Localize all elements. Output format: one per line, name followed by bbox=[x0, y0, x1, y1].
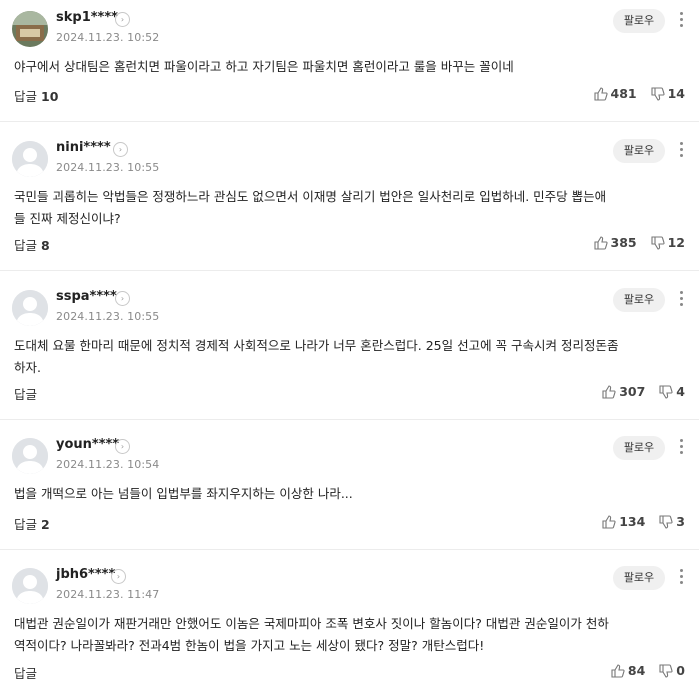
comment-date: 2024.11.23. 11:47 bbox=[56, 588, 160, 601]
vote-group: 307 4 bbox=[602, 384, 685, 399]
divider bbox=[0, 270, 699, 271]
comment-author[interactable]: skp1**** bbox=[56, 10, 118, 25]
comment-author[interactable]: jbh6**** bbox=[56, 567, 115, 582]
default-avatar-icon bbox=[12, 290, 48, 326]
follow-button[interactable]: 팔로우 bbox=[613, 566, 665, 590]
comment-text: 야구에서 상대팀은 홈런치면 파울이라고 하고 자기팀은 파울치면 홈런이라고 … bbox=[14, 59, 514, 74]
avatar[interactable] bbox=[12, 568, 48, 604]
like-button[interactable]: 307 bbox=[602, 384, 645, 399]
comment-text: 대법관 권순일이가 재판거래만 안했어도 이놈은 국제마피아 조폭 변호사 짓이… bbox=[14, 616, 609, 653]
comment-author[interactable]: sspa**** bbox=[56, 289, 117, 304]
more-options-icon[interactable] bbox=[677, 439, 685, 457]
reply-count: 10 bbox=[41, 89, 59, 104]
reply-button[interactable]: 답글 bbox=[14, 384, 41, 403]
comment-item: sspa**** › 2024.11.23. 10:55 팔로우 도대체 요물 … bbox=[0, 279, 699, 419]
profile-arrow-icon[interactable]: › bbox=[113, 142, 128, 157]
dislike-button[interactable]: 3 bbox=[659, 514, 685, 529]
like-count: 481 bbox=[610, 86, 637, 101]
profile-arrow-icon[interactable]: › bbox=[115, 291, 130, 306]
more-options-icon[interactable] bbox=[677, 12, 685, 30]
divider bbox=[0, 121, 699, 122]
dislike-button[interactable]: 12 bbox=[651, 235, 685, 250]
thumbs-down-icon bbox=[659, 514, 673, 529]
follow-button[interactable]: 팔로우 bbox=[613, 9, 665, 33]
more-options-icon[interactable] bbox=[677, 569, 685, 587]
comment-author[interactable]: youn**** bbox=[56, 437, 119, 452]
dislike-button[interactable]: 0 bbox=[659, 663, 685, 678]
dislike-button[interactable]: 4 bbox=[659, 384, 685, 399]
comment-date: 2024.11.23. 10:52 bbox=[56, 31, 160, 44]
like-button[interactable]: 385 bbox=[593, 235, 637, 250]
reply-count: 2 bbox=[41, 517, 50, 532]
thumbs-down-icon bbox=[659, 384, 673, 399]
reply-label: 답글 bbox=[14, 89, 38, 104]
reply-button[interactable]: 답글 8 bbox=[14, 235, 50, 254]
follow-button[interactable]: 팔로우 bbox=[613, 288, 665, 312]
avatar[interactable] bbox=[12, 141, 48, 177]
thumbs-up-icon bbox=[593, 86, 608, 101]
dislike-count: 3 bbox=[676, 514, 685, 529]
thumbs-up-icon bbox=[602, 384, 616, 399]
reply-button[interactable]: 답글 10 bbox=[14, 86, 58, 105]
like-button[interactable]: 134 bbox=[602, 514, 645, 529]
like-count: 385 bbox=[610, 235, 637, 250]
like-button[interactable]: 481 bbox=[593, 86, 637, 101]
thumbs-down-icon bbox=[651, 235, 665, 250]
vote-group: 134 3 bbox=[602, 514, 685, 529]
default-avatar-icon bbox=[12, 438, 48, 474]
like-count: 84 bbox=[627, 663, 646, 678]
comment-text: 법을 개떡으로 아는 넘들이 입법부를 좌지우지하는 이상한 나라... bbox=[14, 486, 353, 501]
reply-label: 답글 bbox=[14, 517, 38, 532]
default-avatar-icon bbox=[12, 141, 48, 177]
comment-date: 2024.11.23. 10:55 bbox=[56, 310, 160, 323]
like-button[interactable]: 84 bbox=[611, 663, 645, 678]
dislike-count: 0 bbox=[676, 663, 685, 678]
more-options-icon[interactable] bbox=[677, 142, 685, 160]
divider bbox=[0, 419, 699, 420]
thumbs-up-icon bbox=[611, 663, 625, 678]
avatar[interactable] bbox=[12, 11, 48, 47]
thumbs-down-icon bbox=[659, 663, 673, 678]
reply-count: 8 bbox=[41, 238, 50, 253]
reply-label: 답글 bbox=[14, 387, 38, 402]
comment-date: 2024.11.23. 10:54 bbox=[56, 458, 160, 471]
comment-item: jbh6**** › 2024.11.23. 11:47 팔로우 대법관 권순일… bbox=[0, 557, 699, 686]
comment-author[interactable]: nini**** bbox=[56, 140, 111, 155]
profile-arrow-icon[interactable]: › bbox=[115, 439, 130, 454]
follow-button[interactable]: 팔로우 bbox=[613, 436, 665, 460]
vote-group: 84 0 bbox=[611, 663, 685, 678]
dislike-count: 4 bbox=[676, 384, 685, 399]
avatar[interactable] bbox=[12, 290, 48, 326]
comment-item: nini**** › 2024.11.23. 10:55 팔로우 국민들 괴롭히… bbox=[0, 130, 699, 270]
like-count: 134 bbox=[619, 514, 646, 529]
thumbs-up-icon bbox=[602, 514, 616, 529]
reply-button[interactable]: 답글 2 bbox=[14, 514, 50, 533]
divider bbox=[0, 549, 699, 550]
profile-photo-icon bbox=[12, 11, 48, 47]
profile-arrow-icon[interactable]: › bbox=[115, 12, 130, 27]
comment-item: youn**** › 2024.11.23. 10:54 팔로우 법을 개떡으로… bbox=[0, 427, 699, 547]
avatar[interactable] bbox=[12, 438, 48, 474]
more-options-icon[interactable] bbox=[677, 291, 685, 309]
vote-group: 481 14 bbox=[593, 86, 685, 101]
comment-text: 도대체 요물 한마리 때문에 정치적 경제적 사회적으로 나라가 너무 혼란스럽… bbox=[14, 338, 619, 375]
like-count: 307 bbox=[619, 384, 646, 399]
follow-button[interactable]: 팔로우 bbox=[613, 139, 665, 163]
vote-group: 385 12 bbox=[593, 235, 685, 250]
comment-item: skp1**** › 2024.11.23. 10:52 팔로우 야구에서 상대… bbox=[0, 0, 699, 120]
default-avatar-icon bbox=[12, 568, 48, 604]
comment-date: 2024.11.23. 10:55 bbox=[56, 161, 160, 174]
comment-text: 국민들 괴롭히는 악법들은 정쟁하느라 관심도 없으면서 이재명 살리기 법안은… bbox=[14, 189, 607, 226]
dislike-count: 14 bbox=[667, 86, 685, 101]
reply-button[interactable]: 답글 bbox=[14, 663, 41, 682]
profile-arrow-icon[interactable]: › bbox=[111, 569, 126, 584]
thumbs-down-icon bbox=[651, 86, 665, 101]
dislike-button[interactable]: 14 bbox=[651, 86, 685, 101]
dislike-count: 12 bbox=[667, 235, 685, 250]
reply-label: 답글 bbox=[14, 238, 38, 253]
reply-label: 답글 bbox=[14, 666, 38, 681]
thumbs-up-icon bbox=[593, 235, 608, 250]
